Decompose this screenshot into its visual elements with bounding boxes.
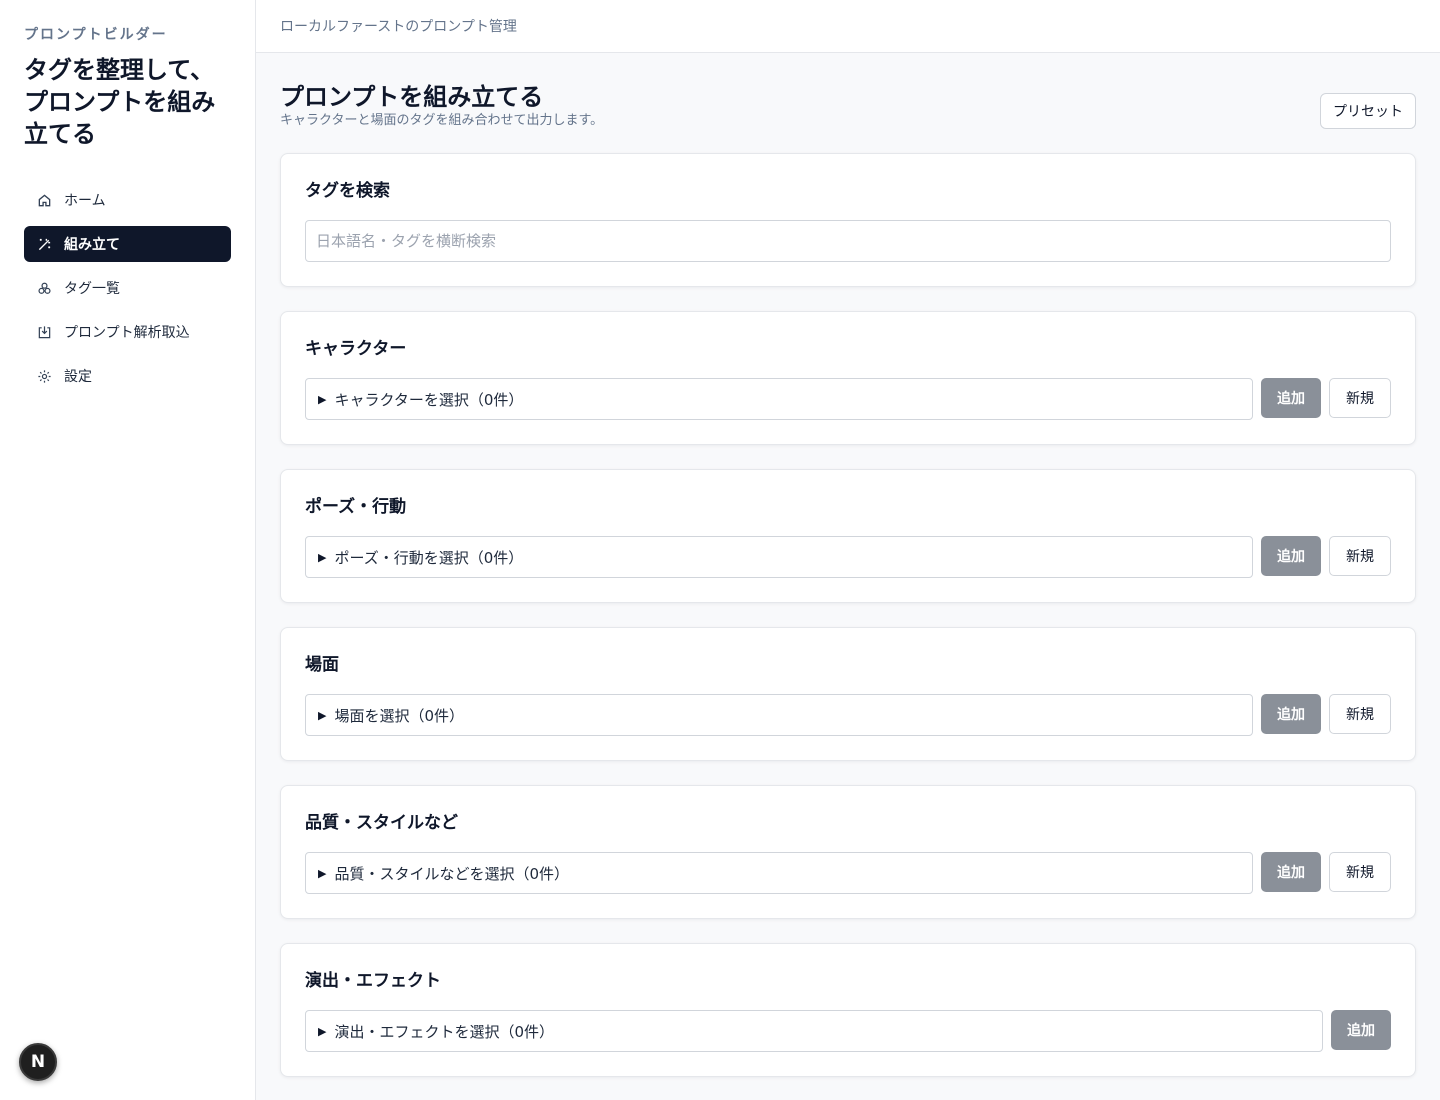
search-card-title: タグを検索 xyxy=(305,181,390,201)
wand-icon xyxy=(36,236,52,252)
page-header: プロンプトを組み立てる キャラクターと場面のタグを組み合わせて出力します。 プリ… xyxy=(280,53,1416,153)
app-title: タグを整理して、プロンプトを組み立てる xyxy=(24,56,216,148)
pose-select[interactable]: ▶ ポーズ・行動を選択（0件） xyxy=(305,536,1253,578)
sidebar-item-home[interactable]: ホーム xyxy=(24,182,231,218)
quality-select[interactable]: ▶ 品質・スタイルなどを選択（0件） xyxy=(305,852,1253,894)
sidebar: プロンプトビルダー タグを整理して、プロンプトを組み立てる ホーム 組み立て タ… xyxy=(0,0,256,1100)
select-label: キャラクターを選択（0件） xyxy=(334,390,524,409)
page-title: プロンプトを組み立てる xyxy=(280,83,544,111)
section-title: 演出・エフェクト xyxy=(305,971,441,991)
sidebar-nav: ホーム 組み立て タグ一覧 プロンプト解析取込 設定 xyxy=(24,182,231,394)
breadcrumb: ローカルファーストのプロンプト管理 xyxy=(280,19,517,35)
scene-select[interactable]: ▶ 場面を選択（0件） xyxy=(305,694,1253,736)
triangle-right-icon: ▶ xyxy=(318,550,327,564)
character-card: キャラクター ▶ キャラクターを選択（0件） 追加 新規 xyxy=(280,311,1416,445)
sidebar-item-import[interactable]: プロンプト解析取込 xyxy=(24,314,231,350)
main-content: プロンプトを組み立てる キャラクターと場面のタグを組み合わせて出力します。 プリ… xyxy=(280,53,1416,1077)
section-title: キャラクター xyxy=(305,339,407,359)
app-label: プロンプトビルダー xyxy=(24,27,168,43)
character-select[interactable]: ▶ キャラクターを選択（0件） xyxy=(305,378,1253,420)
tags-icon xyxy=(36,280,52,296)
sidebar-item-label: タグ一覧 xyxy=(64,281,120,297)
sidebar-item-label: 組み立て xyxy=(64,237,120,253)
gear-icon xyxy=(36,368,52,384)
search-input[interactable] xyxy=(305,220,1391,262)
section-title: 品質・スタイルなど xyxy=(305,813,458,833)
home-icon xyxy=(36,192,52,208)
triangle-right-icon: ▶ xyxy=(318,1024,327,1038)
triangle-right-icon: ▶ xyxy=(318,392,327,406)
topbar: ローカルファーストのプロンプト管理 xyxy=(256,0,1440,53)
effect-card: 演出・エフェクト ▶ 演出・エフェクトを選択（0件） 追加 xyxy=(280,943,1416,1077)
add-button[interactable]: 追加 xyxy=(1261,378,1321,418)
page-subtitle: キャラクターと場面のタグを組み合わせて出力します。 xyxy=(280,113,604,128)
sidebar-item-compose[interactable]: 組み立て xyxy=(24,226,231,262)
select-label: 場面を選択（0件） xyxy=(334,706,465,725)
preset-button[interactable]: プリセット xyxy=(1320,93,1416,129)
new-button[interactable]: 新規 xyxy=(1329,852,1391,892)
section-title: 場面 xyxy=(305,655,339,675)
new-button[interactable]: 新規 xyxy=(1329,694,1391,734)
import-icon xyxy=(36,324,52,340)
add-button[interactable]: 追加 xyxy=(1261,536,1321,576)
sidebar-item-label: ホーム xyxy=(64,193,106,209)
new-button[interactable]: 新規 xyxy=(1329,378,1391,418)
search-card: タグを検索 xyxy=(280,153,1416,287)
triangle-right-icon: ▶ xyxy=(318,866,327,880)
quality-card: 品質・スタイルなど ▶ 品質・スタイルなどを選択（0件） 追加 新規 xyxy=(280,785,1416,919)
select-label: ポーズ・行動を選択（0件） xyxy=(334,548,524,567)
add-button[interactable]: 追加 xyxy=(1331,1010,1391,1050)
sidebar-item-label: 設定 xyxy=(64,369,92,385)
select-label: 品質・スタイルなどを選択（0件） xyxy=(334,864,570,883)
sidebar-item-tags[interactable]: タグ一覧 xyxy=(24,270,231,306)
select-label: 演出・エフェクトを選択（0件） xyxy=(334,1022,555,1041)
scene-card: 場面 ▶ 場面を選択（0件） 追加 新規 xyxy=(280,627,1416,761)
sidebar-item-label: プロンプト解析取込 xyxy=(64,325,190,341)
add-button[interactable]: 追加 xyxy=(1261,852,1321,892)
new-button[interactable]: 新規 xyxy=(1329,536,1391,576)
sidebar-item-settings[interactable]: 設定 xyxy=(24,358,231,394)
add-button[interactable]: 追加 xyxy=(1261,694,1321,734)
section-title: ポーズ・行動 xyxy=(305,497,407,517)
dev-tools-badge[interactable]: N xyxy=(19,1043,57,1081)
pose-card: ポーズ・行動 ▶ ポーズ・行動を選択（0件） 追加 新規 xyxy=(280,469,1416,603)
effect-select[interactable]: ▶ 演出・エフェクトを選択（0件） xyxy=(305,1010,1323,1052)
triangle-right-icon: ▶ xyxy=(318,708,327,722)
